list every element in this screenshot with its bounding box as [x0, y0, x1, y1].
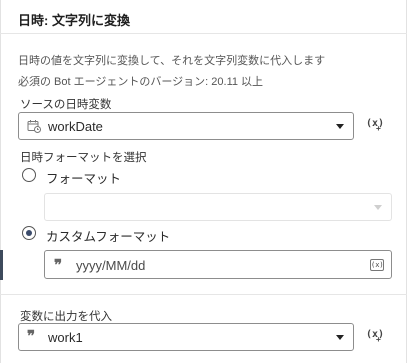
output-variable-value: work1 [48, 330, 83, 345]
output-variable-label: 変数に出力を代入 [20, 311, 112, 323]
insert-variable-button-source[interactable]: (x) + [366, 118, 384, 133]
description-line-1: 日時の値を文字列に変換して、それを文字列変数に代入します [18, 55, 326, 67]
chevron-down-icon[interactable] [336, 335, 344, 340]
chevron-down-icon[interactable] [336, 124, 344, 129]
calendar-clock-icon [27, 119, 41, 138]
source-variable-select[interactable]: workDate [18, 112, 354, 140]
insert-variable-button-output[interactable]: (x) + [366, 329, 384, 344]
radio-format[interactable] [22, 168, 36, 182]
radio-custom-format-label: カスタムフォーマット [46, 230, 171, 244]
format-section-label: 日時フォーマットを選択 [20, 152, 147, 164]
custom-format-input[interactable]: ❞ yyyy/MM/dd (x) [44, 250, 392, 279]
radio-custom-format[interactable] [22, 226, 36, 240]
header-divider [0, 33, 407, 34]
radio-format-label: フォーマット [46, 172, 122, 186]
string-quote-icon: ❞ [27, 327, 36, 345]
insert-variable-icon[interactable]: (x) [370, 259, 384, 271]
panel-right-border [406, 0, 407, 363]
chevron-down-icon [374, 205, 382, 210]
panel-left-border [0, 0, 1, 363]
panel-title: 日時: 文字列に変換 [18, 13, 130, 28]
custom-format-value: yyyy/MM/dd [76, 258, 146, 273]
string-quote-icon: ❞ [54, 256, 63, 274]
output-variable-select[interactable]: ❞ work1 [18, 323, 354, 351]
section-divider [0, 294, 407, 295]
selection-accent-bar [0, 250, 3, 280]
description-line-2: 必須の Bot エージェントのバージョン: 20.11 以上 [18, 76, 264, 88]
source-variable-label: ソースの日時変数 [20, 99, 112, 111]
format-select-disabled [44, 193, 392, 221]
source-variable-value: workDate [48, 119, 103, 134]
